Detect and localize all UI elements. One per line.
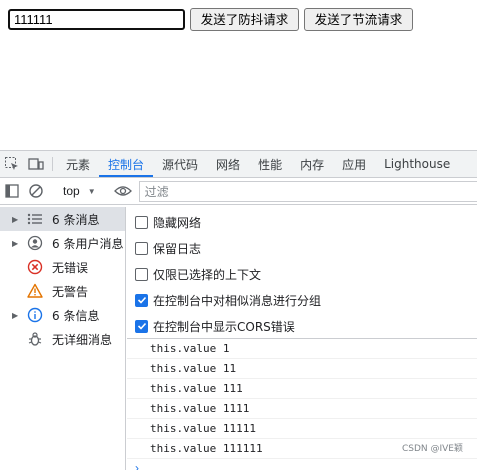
error-icon [24,259,46,275]
option-label: 仅限已选择的上下文 [153,267,262,282]
tab-memory[interactable]: 内存 [291,151,333,177]
text-input[interactable] [8,9,185,30]
console-log-entry: this.value 111 [127,379,477,399]
sidebar-toggle-icon[interactable] [0,184,24,198]
expand-arrow-icon[interactable]: ▶ [12,239,24,248]
sidebar-item-label: 无错误 [52,260,89,275]
sidebar-item-warnings[interactable]: 无警告 [0,279,125,303]
console-log-entry: this.value 1 [127,339,477,359]
checkbox-icon[interactable] [135,241,148,255]
option-group-similar[interactable]: 在控制台中对相似消息进行分组 [127,287,477,313]
devtools-panel: 元素 控制台 源代码 网络 性能 内存 应用 Lighthouse top ▼ … [0,150,477,470]
checkbox-icon[interactable] [135,215,148,229]
prompt-chevron-icon: › [135,461,139,470]
tab-elements[interactable]: 元素 [57,151,99,177]
page-content: 发送了防抖请求 发送了节流请求 [0,0,477,150]
warning-icon [24,283,46,299]
checkbox-checked-icon[interactable] [135,293,148,307]
tab-sources[interactable]: 源代码 [153,151,207,177]
sidebar-item-info[interactable]: ▶ 6 条信息 [0,303,125,327]
sidebar-item-label: 无警告 [52,284,89,299]
tab-network[interactable]: 网络 [207,151,249,177]
toolbar-divider [52,157,53,171]
dropdown-arrow-icon: ▼ [87,186,96,196]
console-log-entry: this.value 11 [127,359,477,379]
option-hide-network[interactable]: 隐藏网络 [127,209,477,235]
sidebar-item-errors[interactable]: 无错误 [0,255,125,279]
tab-application[interactable]: 应用 [333,151,375,177]
user-icon [24,235,46,251]
sidebar-item-label: 6 条消息 [52,212,100,227]
device-toolbar-icon[interactable] [24,151,48,177]
sidebar-item-user-messages[interactable]: ▶ 6 条用户消息 [0,231,125,255]
debounce-button[interactable]: 发送了防抖请求 [190,8,299,31]
console-toolbar: top ▼ 过滤 [0,178,477,205]
filter-input[interactable]: 过滤 [138,180,477,202]
list-icon [24,212,46,226]
context-selector[interactable]: top ▼ [57,178,102,204]
option-selected-context-only[interactable]: 仅限已选择的上下文 [127,261,477,287]
throttle-button[interactable]: 发送了节流请求 [304,8,413,31]
sidebar-item-label: 6 条信息 [52,308,100,323]
console-main: 隐藏网络 保留日志 仅限已选择的上下文 在控制台中对相似消息进行分组 在控制台中… [127,207,477,470]
devtools-tab-bar: 元素 控制台 源代码 网络 性能 内存 应用 Lighthouse [0,151,477,178]
info-icon [24,307,46,323]
console-prompt[interactable]: › [127,459,477,470]
console-sidebar: ▶ 6 条消息 ▶ 6 条用户消息 无错误 无警告 ▶ 6 条信息 无详细消息 [0,207,126,470]
tab-performance[interactable]: 性能 [249,151,291,177]
option-preserve-log[interactable]: 保留日志 [127,235,477,261]
sidebar-item-verbose[interactable]: 无详细消息 [0,327,125,351]
option-label: 隐藏网络 [153,215,202,230]
console-log-entry: this.value 11111 [127,419,477,439]
context-value: top [63,184,80,198]
console-log-entry: this.value 1111 [127,399,477,419]
console-settings: 隐藏网络 保留日志 仅限已选择的上下文 在控制台中对相似消息进行分组 在控制台中… [127,207,477,339]
sidebar-item-messages[interactable]: ▶ 6 条消息 [0,207,125,231]
console-body: ▶ 6 条消息 ▶ 6 条用户消息 无错误 无警告 ▶ 6 条信息 无详细消息 … [0,207,477,470]
option-label: 在控制台中对相似消息进行分组 [153,293,322,308]
option-label: 在控制台中显示CORS错误 [153,319,295,334]
option-show-cors-errors[interactable]: 在控制台中显示CORS错误 [127,313,477,339]
sidebar-item-label: 6 条用户消息 [52,236,124,251]
sidebar-item-label: 无详细消息 [52,332,113,347]
bug-icon [24,331,46,347]
watermark: CSDN @IVE颖 [401,444,463,454]
expand-arrow-icon[interactable]: ▶ [12,311,24,320]
option-label: 保留日志 [153,241,202,256]
checkbox-checked-icon[interactable] [135,319,148,333]
checkbox-icon[interactable] [135,267,148,281]
expand-arrow-icon[interactable]: ▶ [12,215,24,224]
clear-console-icon[interactable] [24,183,48,199]
filter-placeholder: 过滤 [144,184,169,199]
live-expression-eye-icon[interactable] [111,184,135,198]
tab-console[interactable]: 控制台 [99,151,154,177]
inspect-element-icon[interactable] [0,151,24,177]
tab-lighthouse[interactable]: Lighthouse [375,151,459,177]
